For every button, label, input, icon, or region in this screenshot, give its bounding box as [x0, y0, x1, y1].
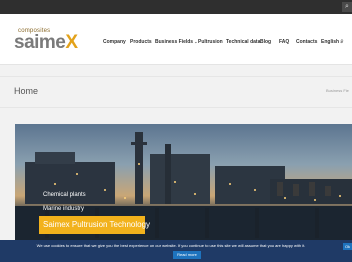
nav-item-products[interactable]: Products: [130, 37, 152, 47]
search-icon[interactable]: ⌕: [340, 37, 344, 47]
logo-wordmark: saimeX: [14, 32, 78, 54]
language-selector-label: English: [321, 39, 340, 45]
nav-item-contacts[interactable]: Contacts: [296, 37, 317, 47]
saimex-logo[interactable]: composites saimeX: [14, 28, 78, 54]
hero-badge: Saimex Pultrusion Technology: [39, 216, 150, 234]
page-title: Home: [14, 86, 39, 96]
hero-caption-chemical: Chemical plants: [43, 192, 86, 198]
nav-item-blog[interactable]: Blog: [260, 37, 271, 47]
nav-item-technical-data[interactable]: Technical data: [226, 37, 260, 47]
cookie-ok-button[interactable]: Ok: [343, 243, 352, 250]
search-icon[interactable]: ⌕: [342, 2, 352, 12]
nav-item-business-fields-label: Business Fields: [155, 39, 194, 45]
nav-item-pultrusion[interactable]: Pultrusion: [198, 37, 223, 47]
chevron-down-icon: ⌄: [194, 39, 198, 44]
nav-item-company[interactable]: Company: [103, 37, 126, 47]
page-title-bar: Home Business Fie: [0, 76, 352, 108]
site-header: composites saimeX Company Products Busin…: [0, 14, 352, 65]
nav-item-faq[interactable]: FAQ: [279, 37, 289, 47]
cookie-message: We use cookies to ensure that we give yo…: [36, 243, 306, 248]
hero-badge-text: Saimex Pultrusion Technology: [43, 220, 151, 229]
logo-wordmark-text: saime: [14, 32, 66, 53]
hero-caption-marine: Marine industry: [43, 206, 85, 212]
logo-x-mark: X: [65, 32, 78, 53]
cookie-read-more-button[interactable]: Read more: [173, 251, 201, 259]
nav-item-business-fields[interactable]: Business Fields⌄: [155, 37, 197, 47]
cookie-banner: We use cookies to ensure that we give yo…: [0, 240, 352, 262]
top-bar: ⌕: [0, 0, 352, 14]
hero-slider[interactable]: Chemical plants Marine industry Saimex P…: [15, 124, 352, 240]
breadcrumb[interactable]: Business Fie: [326, 88, 349, 94]
